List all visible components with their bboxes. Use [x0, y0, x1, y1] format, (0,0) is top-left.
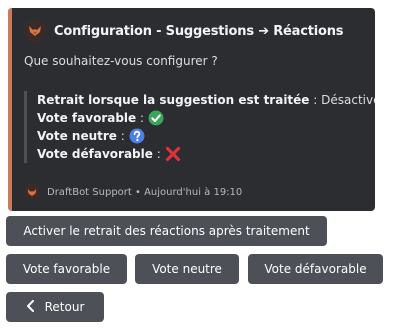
- vote-defavorable-button[interactable]: Vote défavorable: [248, 254, 383, 284]
- cross-mark-icon: [165, 146, 181, 162]
- back-button[interactable]: Retour: [6, 292, 104, 322]
- vote-favorable-button[interactable]: Vote favorable: [6, 254, 127, 284]
- embed-accent-bar: [8, 8, 12, 211]
- check-mark-icon: [148, 110, 164, 126]
- vote-neutre-button[interactable]: Vote neutre: [135, 254, 239, 284]
- embed-footer: DraftBot Support • Aujourd'hui à 19:10: [24, 183, 242, 201]
- field-value: Désactivé: [321, 93, 375, 107]
- field-vote-favorable: Vote favorable :: [37, 109, 375, 127]
- embed-author-name: Configuration - Suggestions ➔ Réactions: [54, 23, 344, 39]
- field-separator: :: [136, 111, 145, 125]
- draftbot-logo-icon: [24, 184, 40, 200]
- draftbot-logo-icon: [24, 20, 46, 42]
- field-removal: Retrait lorsque la suggestion est traité…: [37, 91, 375, 109]
- field-vote-defavorable: Vote défavorable :: [37, 145, 375, 163]
- field-separator: :: [152, 147, 161, 161]
- field-separator: :: [116, 129, 125, 143]
- field-label: Vote favorable: [37, 111, 137, 125]
- field-label: Vote neutre: [37, 129, 117, 143]
- chevron-left-icon: [26, 299, 35, 315]
- embed-author: Configuration - Suggestions ➔ Réactions: [24, 20, 344, 42]
- field-label: Retrait lorsque la suggestion est traité…: [37, 93, 310, 107]
- field-separator: :: [309, 93, 322, 107]
- question-mark-icon: [129, 128, 145, 144]
- toggle-removal-button[interactable]: Activer le retrait des réactions après t…: [6, 216, 327, 246]
- embed-description: Que souhaitez-vous configurer ?: [24, 54, 218, 68]
- back-button-label: Retour: [44, 300, 85, 314]
- field-label: Vote défavorable: [37, 147, 153, 161]
- embed-card: Configuration - Suggestions ➔ Réactions …: [8, 8, 375, 211]
- embed-fields-quote: Retrait lorsque la suggestion est traité…: [24, 91, 375, 163]
- field-vote-neutre: Vote neutre :: [37, 127, 375, 145]
- embed-footer-text: DraftBot Support • Aujourd'hui à 19:10: [47, 186, 243, 198]
